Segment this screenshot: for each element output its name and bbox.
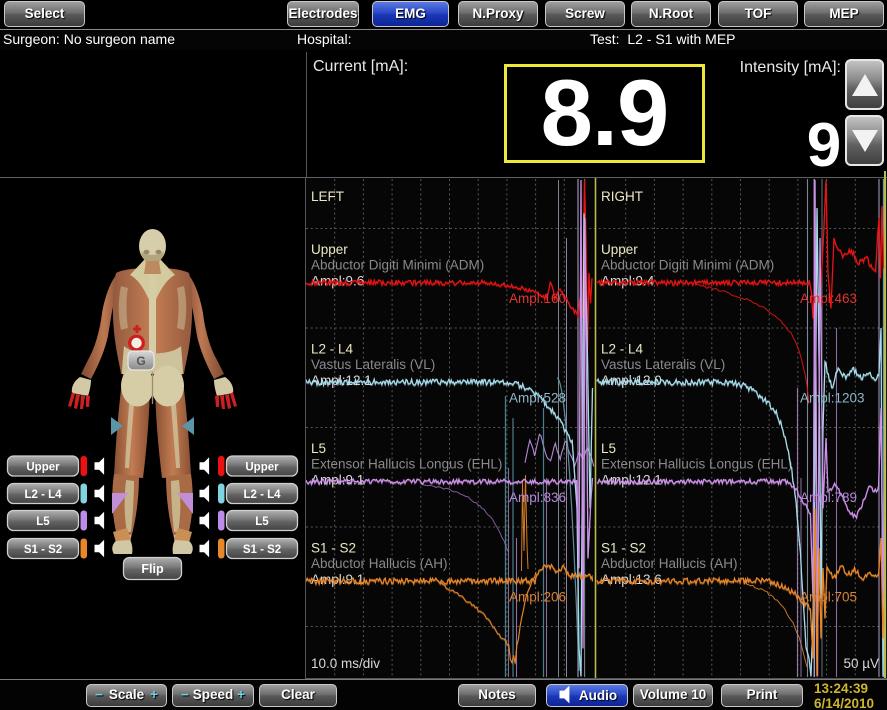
svg-text:Flip: Flip	[141, 562, 164, 576]
svg-text:Abductor Digiti Minimi (ADM): Abductor Digiti Minimi (ADM)	[311, 258, 484, 273]
svg-text:Ampl:206: Ampl:206	[509, 590, 566, 605]
svg-text:Vastus Lateralis (VL): Vastus Lateralis (VL)	[311, 357, 435, 372]
svg-text:L2 - L4: L2 - L4	[24, 489, 62, 501]
svg-text:50 µV: 50 µV	[843, 656, 879, 671]
svg-text:Ampl:463: Ampl:463	[800, 291, 857, 306]
svg-text:Abductor Digiti Minimi (ADM): Abductor Digiti Minimi (ADM)	[601, 258, 774, 273]
svg-text:Ampl:836: Ampl:836	[509, 490, 566, 505]
svg-text:L5: L5	[255, 516, 269, 528]
svg-text:Upper: Upper	[245, 462, 279, 474]
svg-text:RIGHT: RIGHT	[601, 189, 643, 204]
svg-text:Ampl:528: Ampl:528	[509, 391, 566, 406]
svg-text:S1 - S2: S1 - S2	[24, 544, 62, 556]
svg-text:10.0 ms/div: 10.0 ms/div	[311, 656, 380, 671]
svg-text:Upper: Upper	[601, 242, 638, 257]
svg-text:Abductor Hallucis (AH): Abductor Hallucis (AH)	[601, 556, 738, 571]
svg-text:Vastus Lateralis (VL): Vastus Lateralis (VL)	[601, 357, 725, 372]
svg-text:L2 - L4: L2 - L4	[601, 342, 644, 357]
svg-text:L2 - L4: L2 - L4	[243, 489, 281, 501]
svg-text:L5: L5	[601, 441, 616, 456]
svg-text:S1 - S2: S1 - S2	[311, 541, 356, 556]
svg-text:Upper: Upper	[26, 462, 60, 474]
svg-text:S1 - S2: S1 - S2	[243, 544, 281, 556]
svg-text:Extensor Hallucis Longus (EHL): Extensor Hallucis Longus (EHL)	[311, 457, 502, 472]
svg-text:Upper: Upper	[311, 242, 348, 257]
svg-text:Ampl:1203: Ampl:1203	[800, 391, 865, 406]
svg-text:Extensor Hallucis Longus (EHL): Extensor Hallucis Longus (EHL)	[601, 457, 792, 472]
svg-text:S1 - S2: S1 - S2	[601, 541, 646, 556]
svg-text:L5: L5	[36, 516, 50, 528]
svg-text:LEFT: LEFT	[311, 189, 344, 204]
svg-text:L5: L5	[311, 441, 326, 456]
svg-text:L2 - L4: L2 - L4	[311, 342, 354, 357]
svg-text:Ampl:160: Ampl:160	[509, 291, 566, 306]
svg-text:Ampl:705: Ampl:705	[800, 590, 857, 605]
svg-text:Abductor Hallucis (AH): Abductor Hallucis (AH)	[311, 556, 448, 571]
svg-text:Ampl:789: Ampl:789	[800, 490, 857, 505]
